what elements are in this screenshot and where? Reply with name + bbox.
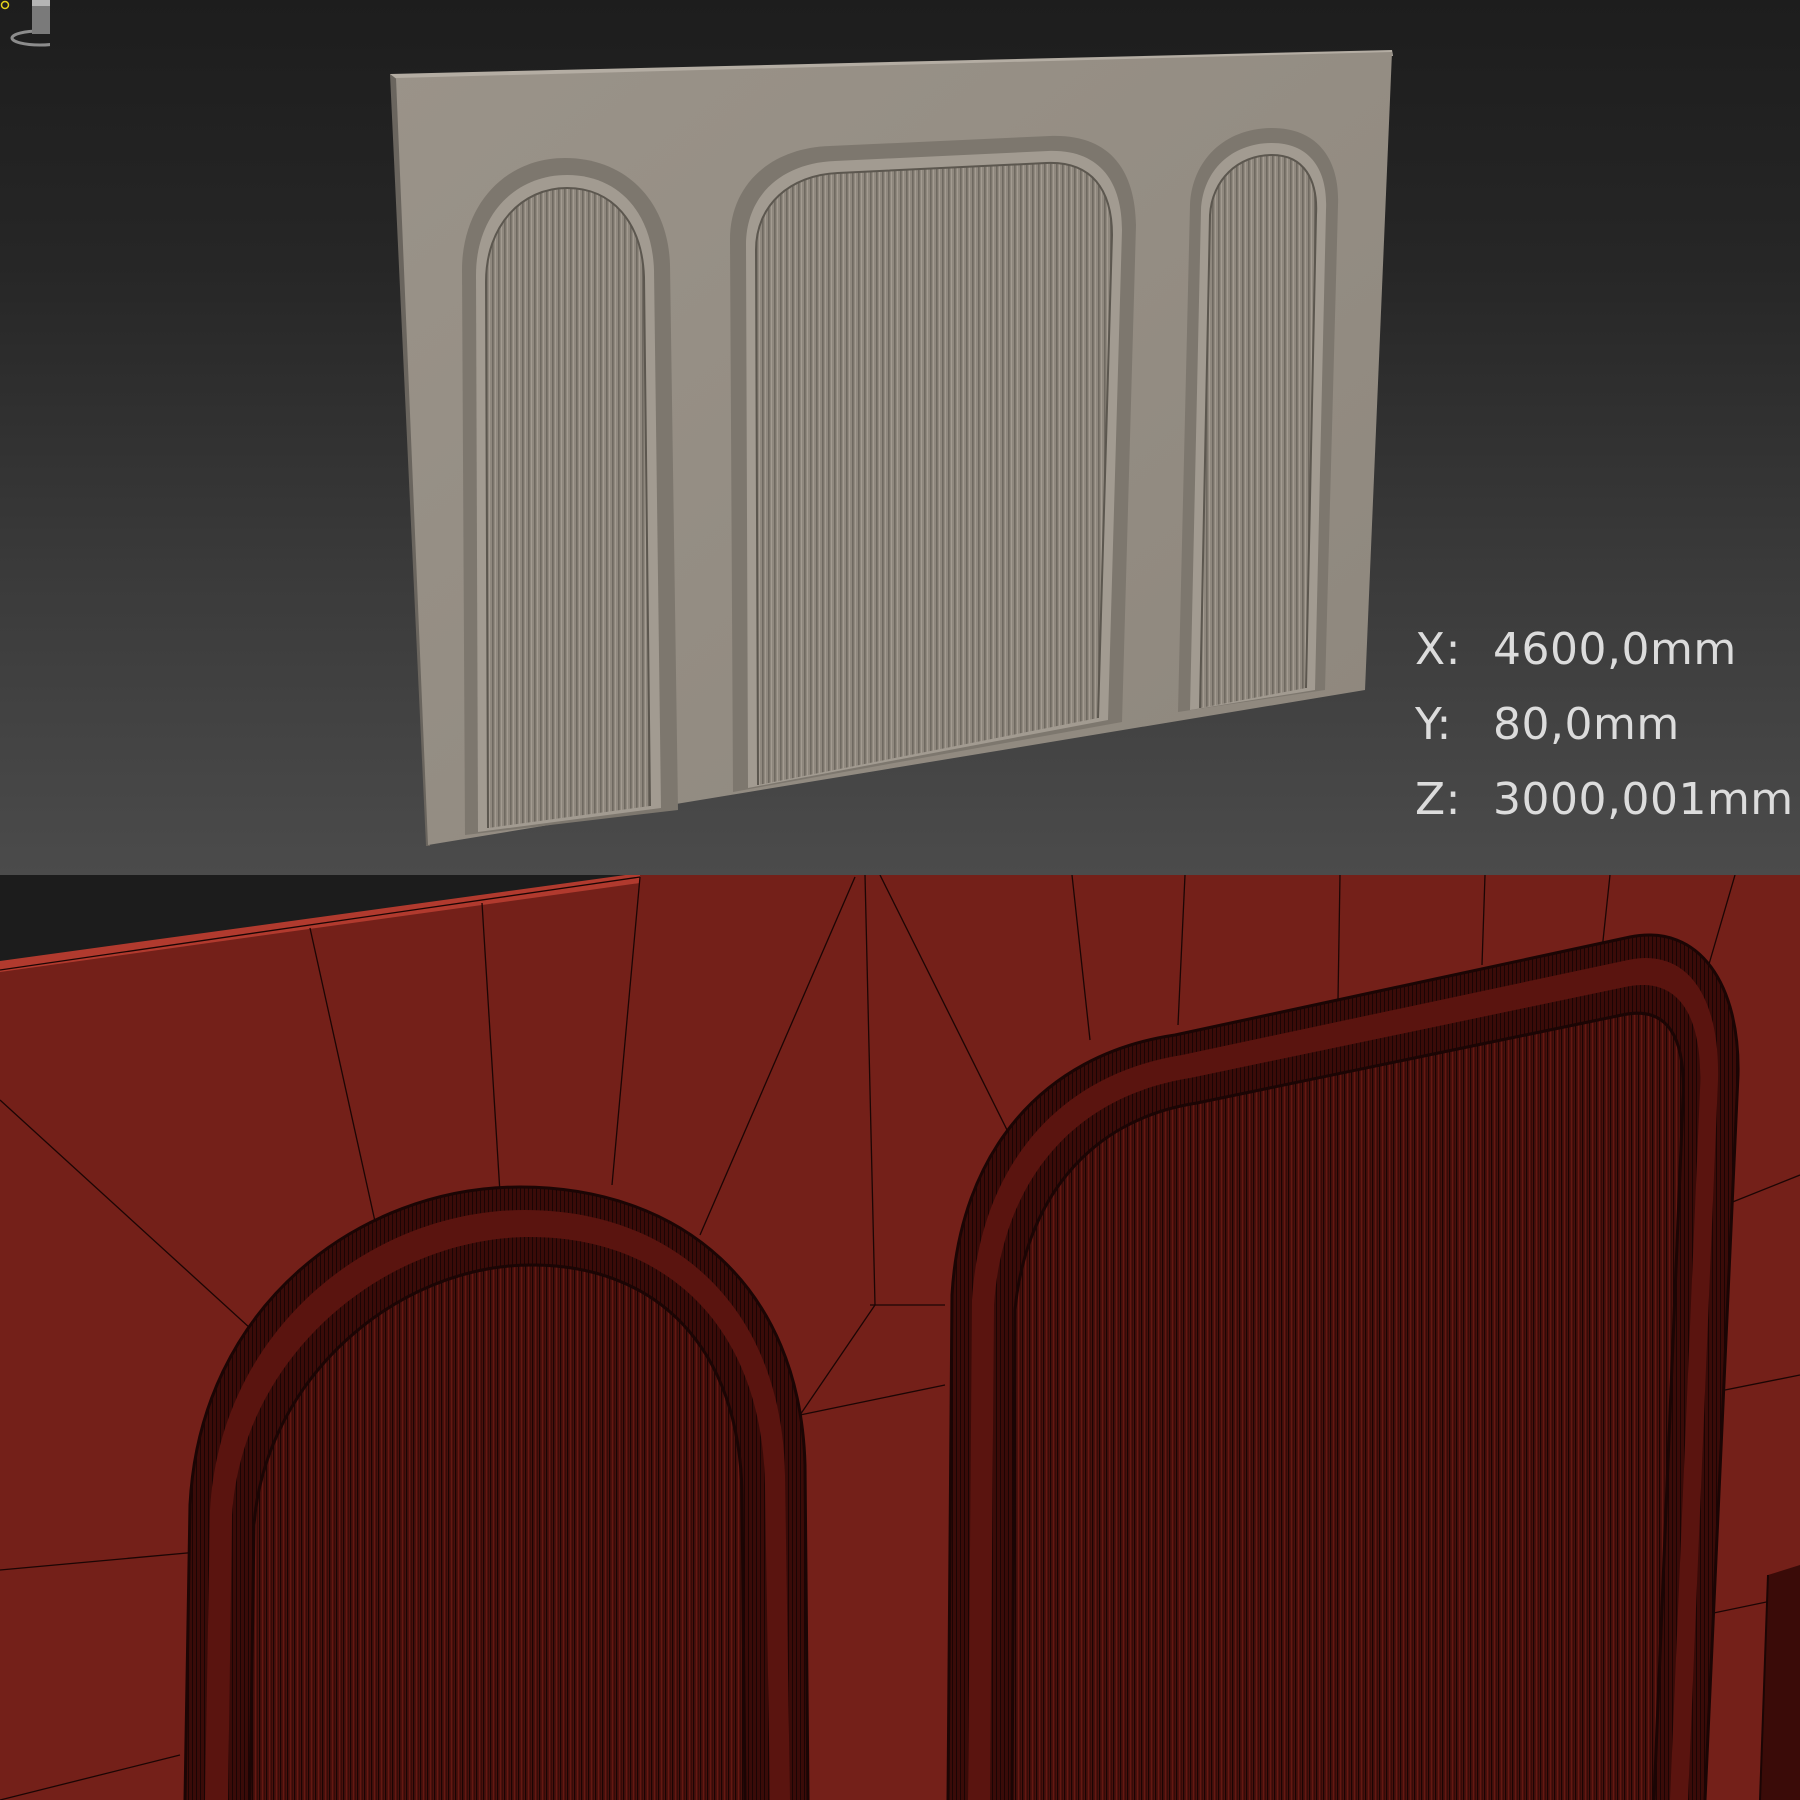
- dimension-readout: X: 4600,0mm Y: 80,0mm Z: 3000,001mm: [1415, 612, 1794, 837]
- dimension-axis-label: Z:: [1415, 774, 1461, 825]
- dimension-value: 80,0mm: [1493, 699, 1680, 750]
- dimension-axis-label: Y:: [1415, 699, 1452, 750]
- viewport-shaded[interactable]: X: 4600,0mm Y: 80,0mm Z: 3000,001mm: [0, 0, 1800, 875]
- dimension-value: 3000,001mm: [1493, 774, 1794, 825]
- dimension-z: Z: 3000,001mm: [1415, 762, 1794, 837]
- dimension-y: Y: 80,0mm: [1415, 687, 1794, 762]
- arch-niche-right: [1178, 128, 1339, 712]
- arch-niche-center: [730, 135, 1136, 792]
- wall-model-wireframe: [0, 875, 1800, 1800]
- viewport-wireframe[interactable]: [0, 875, 1800, 1800]
- dimension-axis-label: X:: [1415, 624, 1461, 675]
- dimension-x: X: 4600,0mm: [1415, 612, 1794, 687]
- viewcube-icon[interactable]: [0, 0, 50, 48]
- arch-niche-left: [462, 158, 678, 835]
- dimension-value: 4600,0mm: [1493, 624, 1737, 675]
